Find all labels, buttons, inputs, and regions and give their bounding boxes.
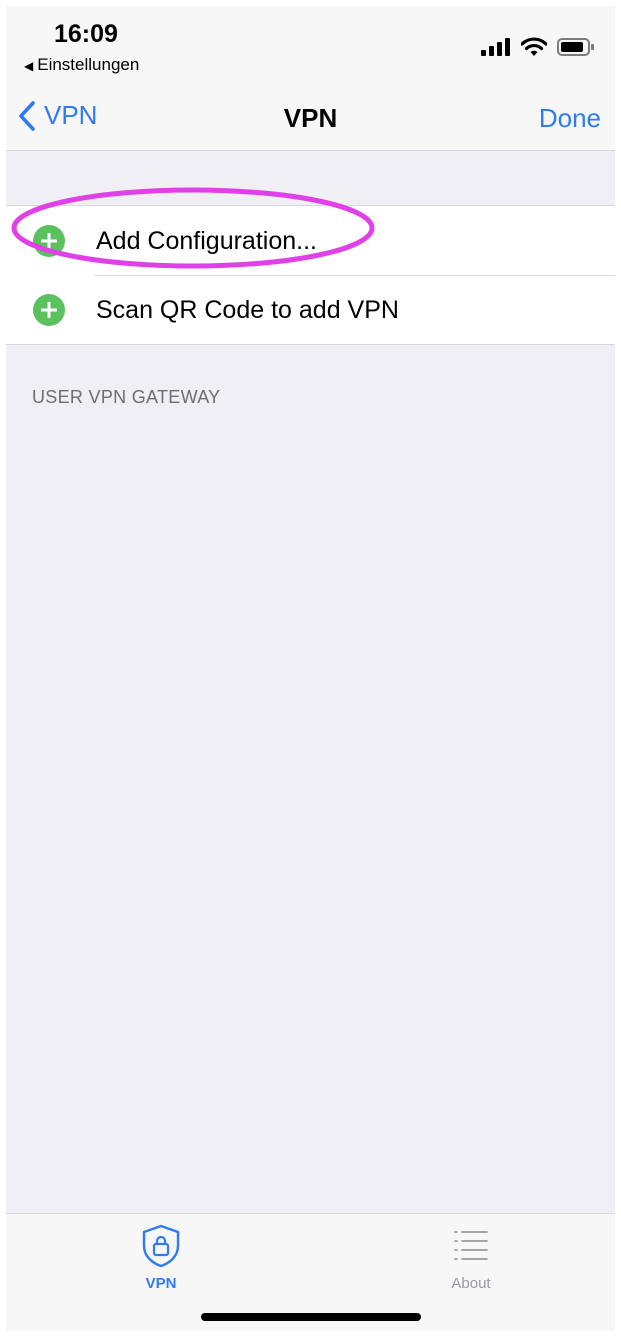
back-to-app-link[interactable]: ◀ Einstellungen — [24, 55, 139, 75]
list-icon — [454, 1231, 488, 1260]
app-screen: 16:09 ◀ Einstellungen VPN VPN Done Add C… — [6, 6, 615, 1331]
back-triangle-icon: ◀ — [24, 59, 34, 73]
plus-circle-icon — [33, 294, 65, 326]
done-button[interactable]: Done — [539, 103, 601, 134]
wifi-icon — [521, 37, 547, 56]
scan-qr-code-row[interactable]: Scan QR Code to add VPN — [6, 275, 615, 344]
tab-about-label: About — [451, 1275, 491, 1292]
signal-icon — [481, 38, 510, 56]
shield-lock-icon — [142, 1224, 180, 1268]
system-icons — [481, 34, 595, 60]
actions-list: Add Configuration... Scan QR Code to add… — [6, 205, 615, 345]
plus-circle-icon — [33, 225, 65, 257]
back-app-label: Einstellungen — [37, 55, 140, 74]
scan-qr-code-label: Scan QR Code to add VPN — [96, 296, 399, 324]
status-bar: 16:09 ◀ Einstellungen — [6, 6, 615, 88]
add-configuration-label: Add Configuration... — [96, 227, 317, 255]
add-configuration-row[interactable]: Add Configuration... — [6, 206, 615, 275]
tab-vpn[interactable]: VPN — [101, 1224, 221, 1292]
home-indicator[interactable] — [201, 1313, 421, 1321]
tab-vpn-label: VPN — [145, 1275, 177, 1292]
page-title: VPN — [283, 103, 338, 133]
status-time: 16:09 — [54, 20, 118, 48]
navigation-bar: VPN VPN Done — [6, 88, 615, 151]
battery-icon — [557, 38, 594, 56]
section-header-user-vpn-gateway: USER VPN GATEWAY — [32, 387, 221, 407]
tab-about[interactable]: About — [411, 1224, 531, 1292]
